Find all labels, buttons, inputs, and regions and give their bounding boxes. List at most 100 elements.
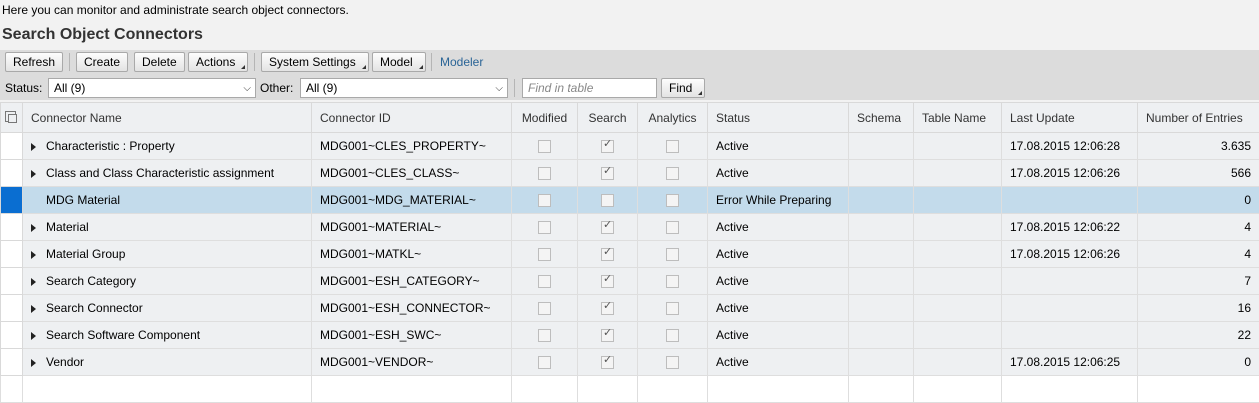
empty-cell bbox=[23, 376, 312, 403]
row-selector[interactable] bbox=[1, 295, 23, 322]
analytics-cell bbox=[638, 241, 708, 268]
table-row[interactable]: Material GroupMDG001~MATKL~Active17.08.2… bbox=[1, 241, 1259, 268]
number-of-entries-cell: 0 bbox=[1138, 349, 1259, 376]
expand-arrow-icon[interactable] bbox=[31, 278, 36, 286]
column-header-analytics[interactable]: Analytics bbox=[638, 103, 708, 133]
expand-arrow-icon[interactable] bbox=[31, 359, 36, 367]
empty-cell bbox=[849, 376, 914, 403]
connector-name: Characteristic : Property bbox=[46, 139, 175, 153]
status-text: Active bbox=[708, 295, 849, 322]
search-checkbox bbox=[601, 302, 614, 315]
connector-name: Search Connector bbox=[46, 301, 143, 315]
analytics-cell bbox=[638, 295, 708, 322]
table-name-cell bbox=[914, 268, 1002, 295]
connector-id: MDG001~CLES_PROPERTY~ bbox=[312, 133, 512, 160]
table-name-cell bbox=[914, 295, 1002, 322]
row-selector[interactable] bbox=[1, 241, 23, 268]
column-header-status[interactable]: Status bbox=[708, 103, 849, 133]
column-header-search[interactable]: Search bbox=[578, 103, 638, 133]
table-row[interactable]: Search Connector MDG001~ESH_CONNECTOR~ Act… bbox=[1, 295, 1259, 322]
expand-arrow-icon[interactable] bbox=[31, 251, 36, 259]
column-header-table-name[interactable]: Table Name bbox=[914, 103, 1002, 133]
find-button[interactable]: Find bbox=[661, 78, 705, 98]
column-header-modified[interactable]: Modified bbox=[512, 103, 578, 133]
modified-checkbox bbox=[538, 329, 551, 342]
row-selector[interactable] bbox=[1, 214, 23, 241]
row-selector[interactable] bbox=[1, 322, 23, 349]
modeler-link[interactable]: Modeler bbox=[440, 55, 483, 69]
analytics-checkbox bbox=[666, 275, 679, 288]
column-header-schema[interactable]: Schema bbox=[849, 103, 914, 133]
find-in-table-input[interactable]: Find in table bbox=[522, 78, 657, 98]
column-header-connector-id[interactable]: Connector ID bbox=[312, 103, 512, 133]
analytics-cell bbox=[638, 160, 708, 187]
analytics-checkbox bbox=[666, 302, 679, 315]
column-header-last-update[interactable]: Last Update bbox=[1002, 103, 1138, 133]
last-update-cell bbox=[1002, 322, 1138, 349]
connector-name: Material Group bbox=[46, 247, 125, 261]
modified-checkbox bbox=[538, 302, 551, 315]
analytics-cell bbox=[638, 187, 708, 214]
select-all-icon[interactable] bbox=[5, 111, 16, 122]
modified-cell bbox=[512, 160, 578, 187]
table-row[interactable]: Class and Class Characteristic assignmen… bbox=[1, 160, 1259, 187]
table-row[interactable]: Search Software ComponentMDG001~ESH_SWC~… bbox=[1, 322, 1259, 349]
last-update-cell bbox=[1002, 295, 1138, 322]
analytics-checkbox bbox=[666, 221, 679, 234]
modified-checkbox bbox=[538, 248, 551, 261]
connector-name-cell: Vendor bbox=[23, 349, 312, 376]
expand-arrow-icon[interactable] bbox=[31, 305, 36, 313]
refresh-button[interactable]: Refresh bbox=[5, 52, 63, 72]
connectors-table: Connector Name Connector ID Modified Sea… bbox=[0, 102, 1259, 403]
number-of-entries-cell: 566 bbox=[1138, 160, 1259, 187]
row-selector[interactable] bbox=[1, 187, 23, 214]
row-selector[interactable] bbox=[1, 349, 23, 376]
table-row[interactable]: VendorMDG001~VENDOR~Active17.08.2015 12:… bbox=[1, 349, 1259, 376]
delete-button[interactable]: Delete bbox=[134, 52, 185, 72]
expand-arrow-icon[interactable] bbox=[31, 224, 36, 232]
table-row[interactable]: MDG MaterialMDG001~MDG_MATERIAL~Error Wh… bbox=[1, 187, 1259, 214]
create-button[interactable]: Create bbox=[76, 52, 128, 72]
connector-name-cell: MDG Material bbox=[23, 187, 312, 214]
last-update-cell: 17.08.2015 12:06:28 bbox=[1002, 133, 1138, 160]
other-filter-select[interactable]: All (9) ⌵ bbox=[300, 78, 508, 98]
connector-name-cell: Class and Class Characteristic assignmen… bbox=[23, 160, 312, 187]
row-selector[interactable] bbox=[1, 160, 23, 187]
row-selector[interactable] bbox=[1, 268, 23, 295]
table-name-cell bbox=[914, 322, 1002, 349]
table-row[interactable]: Characteristic : Property MDG001~CLES_PRO… bbox=[1, 133, 1259, 160]
connector-name-cell: Material Group bbox=[23, 241, 312, 268]
select-all-cell[interactable] bbox=[1, 103, 23, 133]
model-menu-button[interactable]: Model bbox=[372, 52, 426, 72]
connector-name-cell: Search Software Component bbox=[23, 322, 312, 349]
other-filter-value: All (9) bbox=[306, 81, 337, 95]
expand-arrow-icon[interactable] bbox=[31, 143, 36, 151]
connector-name-cell: Search Category bbox=[23, 268, 312, 295]
connector-name: Vendor bbox=[46, 355, 84, 369]
search-checkbox bbox=[601, 275, 614, 288]
status-filter-select[interactable]: All (9) ⌵ bbox=[48, 78, 256, 98]
analytics-cell bbox=[638, 268, 708, 295]
empty-cell bbox=[1138, 376, 1259, 403]
table-row[interactable]: Search CategoryMDG001~ESH_CATEGORY~Activ… bbox=[1, 268, 1259, 295]
expand-arrow-icon[interactable] bbox=[31, 170, 36, 178]
connector-name: MDG Material bbox=[46, 193, 120, 207]
connector-id: MDG001~ESH_CONNECTOR~ bbox=[312, 295, 512, 322]
system-settings-menu-button[interactable]: System Settings bbox=[261, 52, 369, 72]
actions-menu-button[interactable]: Actions bbox=[188, 52, 248, 72]
number-of-entries-cell: 7 bbox=[1138, 268, 1259, 295]
search-checkbox bbox=[601, 356, 614, 369]
column-header-connector-name[interactable]: Connector Name bbox=[23, 103, 312, 133]
search-cell bbox=[578, 322, 638, 349]
table-row[interactable]: MaterialMDG001~MATERIAL~Active17.08.2015… bbox=[1, 214, 1259, 241]
connector-name-cell: Material bbox=[23, 214, 312, 241]
modified-checkbox bbox=[538, 167, 551, 180]
connector-id: MDG001~VENDOR~ bbox=[312, 349, 512, 376]
toolbar-separator bbox=[514, 79, 515, 97]
row-selector[interactable] bbox=[1, 133, 23, 160]
toolbar: Refresh Create Delete Actions System Set… bbox=[0, 50, 1259, 76]
column-header-number-of-entries[interactable]: Number of Entries bbox=[1138, 103, 1259, 133]
number-of-entries-cell: 4 bbox=[1138, 241, 1259, 268]
modified-checkbox bbox=[538, 194, 551, 207]
expand-arrow-icon[interactable] bbox=[31, 332, 36, 340]
